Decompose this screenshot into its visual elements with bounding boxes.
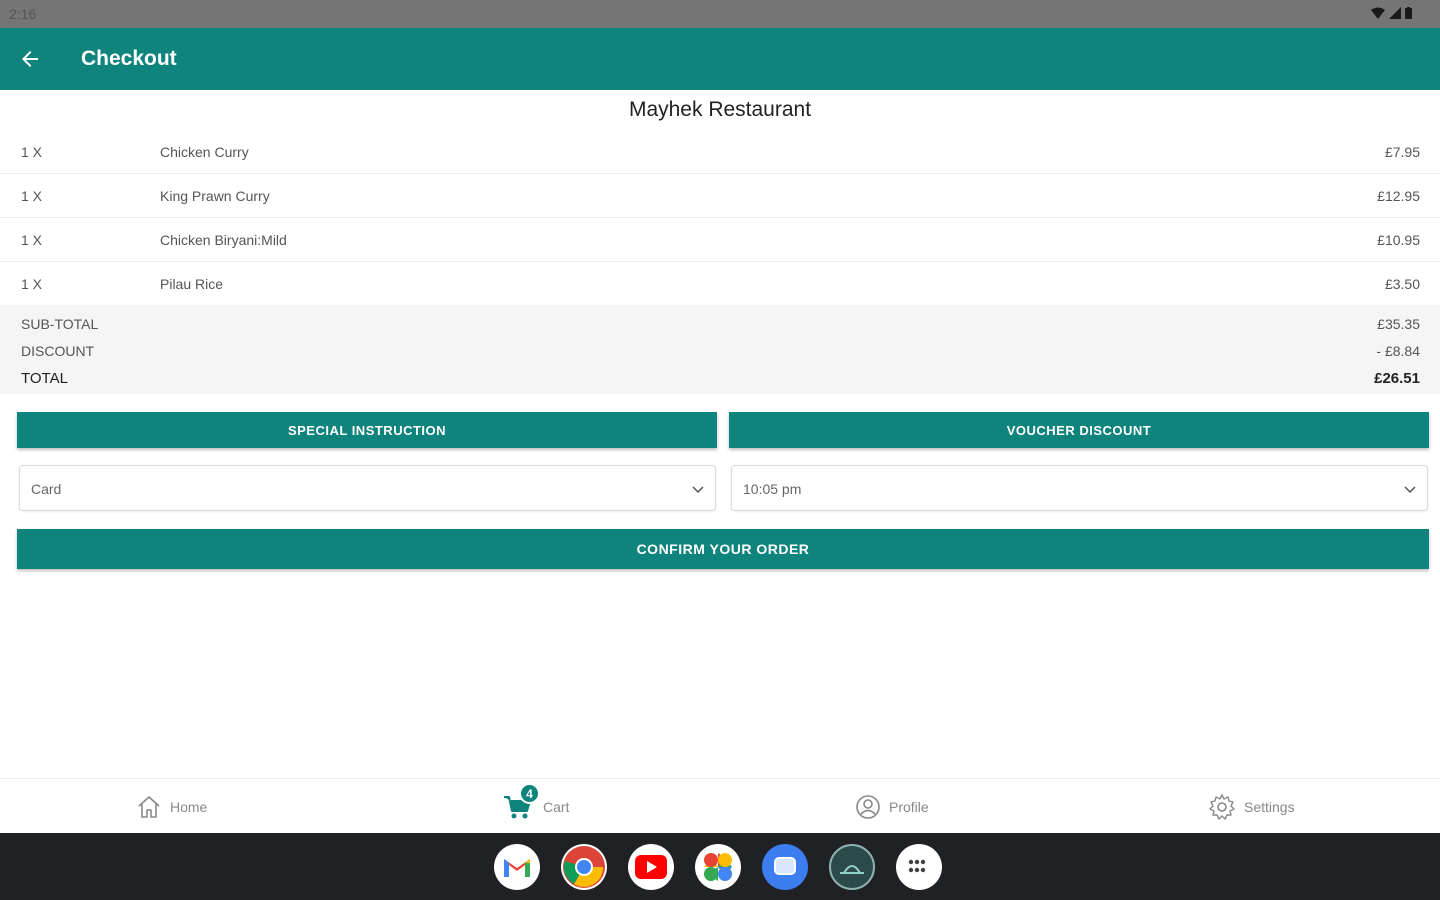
order-item: 1 X King Prawn Curry £12.95 [0,174,1440,218]
delivery-time-value: 10:05 pm [743,481,802,497]
signal-icon [1389,7,1401,19]
app-launcher-icon[interactable] [896,844,942,890]
item-quantity: 1 X [21,232,43,248]
profile-icon [856,795,880,819]
page-title: Checkout [81,47,177,70]
total-value: £26.51 [1374,370,1420,387]
app-dock [494,844,942,890]
payment-method-select[interactable]: Card [19,465,716,511]
status-icons [1371,7,1412,19]
item-price: £10.95 [1377,232,1420,248]
item-price: £12.95 [1377,188,1420,204]
subtotal-value: £35.35 [1377,316,1420,332]
status-bar: 2:16 [0,0,1440,28]
chevron-down-icon [1404,486,1416,494]
nav-settings[interactable]: Settings [1208,793,1295,821]
nav-cart[interactable]: 4 Cart [503,783,570,821]
bottom-nav: Home 4 Cart Profile Settings [0,778,1440,833]
item-name: Pilau Rice [160,276,224,292]
discount-row: DISCOUNT - £8.84 [21,343,1420,361]
battery-icon [1405,7,1412,19]
order-item: 1 X Chicken Curry £7.95 [0,130,1440,174]
gmail-icon[interactable] [494,844,540,890]
item-price: £3.50 [1384,276,1420,292]
voucher-discount-button[interactable]: VOUCHER DISCOUNT [729,412,1429,448]
gear-icon [1209,794,1235,820]
subtotal-label: SUB-TOTAL [21,316,99,332]
order-items-list: 1 X Chicken Curry £7.95 1 X King Prawn C… [0,130,1440,306]
nav-home[interactable]: Home [136,793,207,821]
back-arrow-icon[interactable] [18,47,42,71]
item-name: Chicken Curry [160,144,249,160]
nav-cart-label: Cart [543,799,570,815]
chrome-icon[interactable] [561,844,607,890]
delivery-time-select[interactable]: 10:05 pm [731,465,1428,511]
restaurant-app-icon[interactable] [829,844,875,890]
nav-profile[interactable]: Profile [855,793,929,821]
discount-value: - £8.84 [1376,343,1420,359]
app-bar: Checkout [0,28,1440,90]
subtotal-row: SUB-TOTAL £35.35 [21,316,1420,334]
confirm-order-button[interactable]: CONFIRM YOUR ORDER [17,529,1429,569]
status-time: 2:16 [9,6,37,22]
discount-label: DISCOUNT [21,343,95,359]
nav-profile-label: Profile [889,799,929,815]
special-instruction-button[interactable]: SPECIAL INSTRUCTION [17,412,717,448]
item-name: King Prawn Curry [160,188,270,204]
nav-home-label: Home [170,799,208,815]
cart-icon-wrap: 4 [503,783,540,821]
chevron-down-icon [692,486,704,494]
order-totals: SUB-TOTAL £35.35 DISCOUNT - £8.84 TOTAL … [0,305,1440,394]
restaurant-name: Mayhek Restaurant [628,98,812,121]
item-quantity: 1 X [21,144,43,160]
item-name: Chicken Biryani:Mild [160,232,287,248]
cart-badge: 4 [519,783,540,804]
item-price: £7.95 [1384,144,1420,160]
home-icon [138,796,160,818]
photos-icon[interactable] [695,844,741,890]
order-item: 1 X Chicken Biryani:Mild £10.95 [0,218,1440,262]
youtube-icon[interactable] [628,844,674,890]
total-row: TOTAL £26.51 [21,370,1420,388]
payment-method-value: Card [31,481,62,497]
order-item: 1 X Pilau Rice £3.50 [0,262,1440,306]
item-quantity: 1 X [21,188,43,204]
wifi-icon [1371,7,1385,19]
taskbar [0,833,1440,900]
messages-icon[interactable] [762,844,808,890]
nav-settings-label: Settings [1244,799,1295,815]
total-label: TOTAL [21,370,68,387]
item-quantity: 1 X [21,276,43,292]
